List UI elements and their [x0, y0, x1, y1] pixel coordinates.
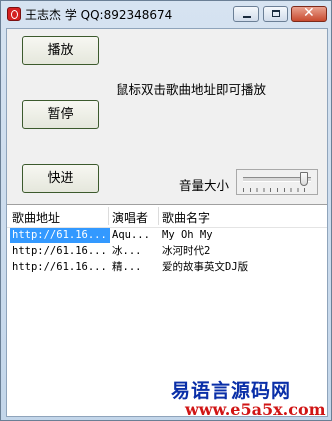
maximize-button[interactable]	[263, 6, 288, 22]
minimize-icon	[243, 16, 251, 18]
song-name-cell: 爱的故事英文DJ版	[162, 261, 249, 273]
column-header-singer[interactable]: 演唱者	[112, 209, 148, 226]
song-url-cell: http://61.16...	[12, 245, 107, 257]
singer-cell: Aqu...	[112, 229, 150, 241]
watermark-url: www.e5a5x.com	[185, 400, 326, 419]
song-url-cell: http://61.16...	[10, 228, 110, 243]
volume-label: 音量大小	[179, 178, 230, 193]
list-header: 歌曲地址 演唱者 歌曲名字	[7, 205, 327, 228]
column-header-name[interactable]: 歌曲名字	[162, 209, 210, 226]
song-url-cell: http://61.16...	[12, 261, 107, 273]
song-name-cell: 冰河时代2	[162, 245, 211, 257]
app-icon[interactable]	[7, 7, 21, 21]
play-hint-label: 鼠标双击歌曲地址即可播放	[116, 82, 267, 97]
volume-slider[interactable]	[236, 169, 318, 195]
minimize-button[interactable]	[233, 6, 259, 22]
list-item[interactable]: http://61.16... 精... 爱的故事英文DJ版	[7, 260, 327, 276]
maximize-icon	[272, 10, 280, 17]
column-divider[interactable]	[158, 207, 159, 225]
title-bar[interactable]: 王志杰 学 QQ:892348674 ✕	[1, 1, 331, 27]
column-divider[interactable]	[108, 207, 109, 225]
list-item[interactable]: http://61.16... Aqu... My Oh My	[7, 228, 327, 244]
singer-cell: 精...	[112, 261, 142, 273]
close-icon: ✕	[303, 5, 315, 21]
client-area: 播放 暂停 快进 鼠标双击歌曲地址即可播放 音量大小 歌曲地址 演唱者 歌曲名字…	[6, 28, 328, 419]
play-button[interactable]: 播放	[22, 36, 99, 65]
close-button[interactable]: ✕	[291, 5, 327, 22]
list-item[interactable]: http://61.16... 冰... 冰河时代2	[7, 244, 327, 260]
fast-forward-button[interactable]: 快进	[22, 164, 99, 193]
singer-cell: 冰...	[112, 245, 142, 257]
column-header-url[interactable]: 歌曲地址	[12, 209, 60, 226]
song-name-cell: My Oh My	[162, 229, 213, 241]
slider-ticks	[243, 188, 311, 192]
app-window: 王志杰 学 QQ:892348674 ✕ 播放 暂停 快进 鼠标双击歌曲地址即可…	[0, 0, 332, 421]
window-title: 王志杰 学 QQ:892348674	[25, 8, 173, 22]
slider-thumb[interactable]	[300, 172, 309, 186]
pause-button[interactable]: 暂停	[22, 100, 99, 129]
watermark-title: 易语言源码网	[171, 380, 292, 402]
